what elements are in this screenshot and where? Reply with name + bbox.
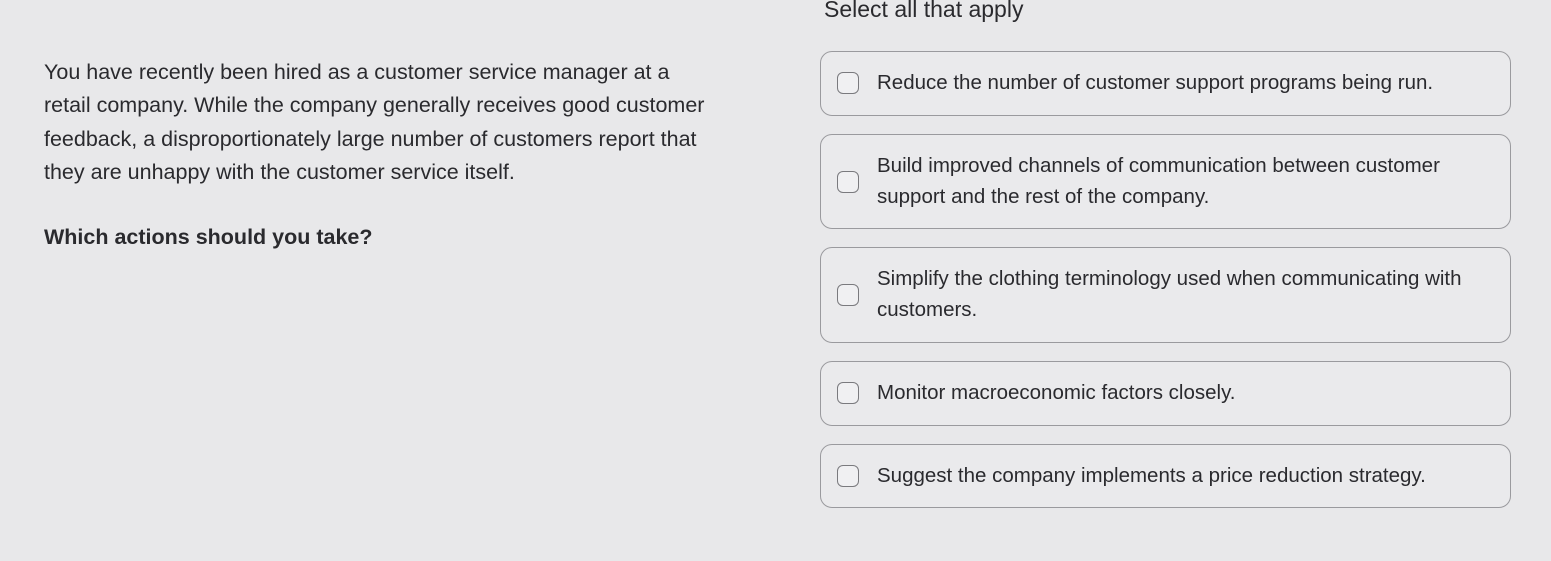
question-prompt: Which actions should you take? [44,221,720,253]
option-card-4[interactable]: Suggest the company implements a price r… [820,444,1511,509]
checkbox-icon[interactable] [837,382,859,404]
question-panel: You have recently been hired as a custom… [0,0,780,561]
answers-panel: Select all that apply Reduce the number … [780,0,1551,561]
checkbox-icon[interactable] [837,465,859,487]
option-label: Suggest the company implements a price r… [877,461,1426,492]
option-card-0[interactable]: Reduce the number of customer support pr… [820,51,1511,116]
checkbox-icon[interactable] [837,171,859,193]
option-label: Reduce the number of customer support pr… [877,68,1433,99]
instruction-text: Select all that apply [820,0,1511,23]
checkbox-icon[interactable] [837,284,859,306]
checkbox-icon[interactable] [837,72,859,94]
option-label: Build improved channels of communication… [877,151,1490,213]
scenario-text: You have recently been hired as a custom… [44,56,720,189]
option-card-3[interactable]: Monitor macroeconomic factors closely. [820,361,1511,426]
option-label: Monitor macroeconomic factors closely. [877,378,1236,409]
option-card-2[interactable]: Simplify the clothing terminology used w… [820,247,1511,343]
option-label: Simplify the clothing terminology used w… [877,264,1490,326]
option-card-1[interactable]: Build improved channels of communication… [820,134,1511,230]
